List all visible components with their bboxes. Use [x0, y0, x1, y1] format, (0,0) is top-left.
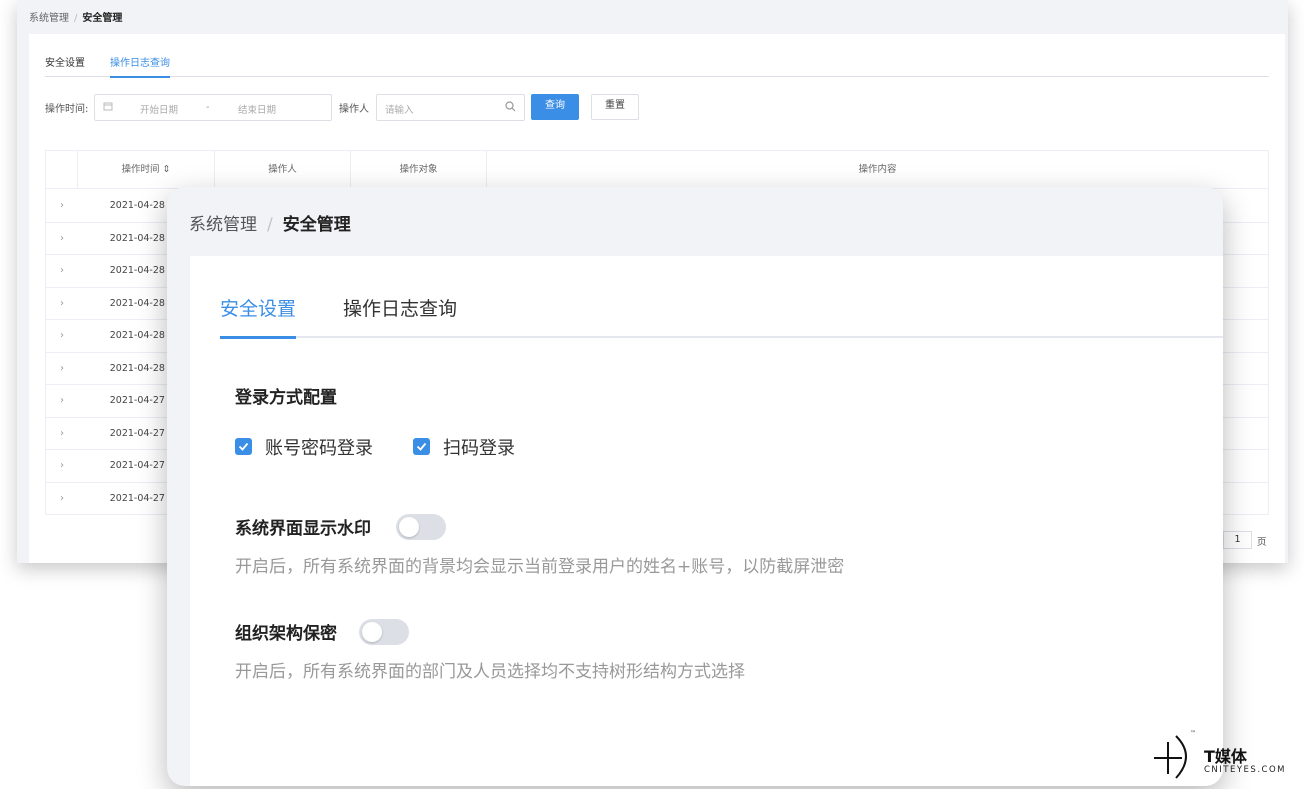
breadcrumb-parent[interactable]: 系统管理 — [189, 215, 257, 235]
watermark-setting-description: 开启后，所有系统界面的背景均会显示当前登录用户的姓名+账号，以防截屏泄密 — [235, 557, 845, 577]
column-header-time[interactable]: 操作时间 ⇕ — [78, 151, 215, 189]
expand-row-chevron-icon[interactable]: › — [46, 483, 78, 515]
breadcrumb-separator: / — [267, 215, 273, 235]
page-suffix: 页 — [1257, 537, 1267, 548]
expand-row-chevron-icon[interactable]: › — [46, 450, 78, 482]
start-date-placeholder: 开始日期 — [140, 105, 179, 116]
check-icon — [416, 442, 427, 451]
expand-row-chevron-icon[interactable]: › — [46, 320, 78, 352]
tab-bar: 安全设置 操作日志查询 — [45, 57, 1269, 78]
org-secret-toggle[interactable] — [359, 619, 409, 645]
brand-watermark: ™ T媒体 CNITEYES.COM — [1152, 730, 1302, 782]
expand-row-chevron-icon[interactable]: › — [46, 255, 78, 287]
qr-login-label[interactable]: 扫码登录 — [443, 434, 515, 460]
security-settings-card: 系统管理 / 安全管理 安全设置 操作日志查询 登录方式配置 账号密码登录 扫码登录… — [167, 187, 1223, 786]
breadcrumb-current: 安全管理 — [82, 13, 123, 24]
trademark-mark: ™ — [1190, 730, 1196, 737]
login-config-title: 登录方式配置 — [235, 388, 337, 408]
operator-search-input[interactable]: 请输入 — [376, 94, 525, 121]
tab-security-settings[interactable]: 安全设置 — [45, 57, 85, 71]
expand-row-chevron-icon[interactable]: › — [46, 288, 78, 320]
tab-operation-log[interactable]: 操作日志查询 — [110, 57, 170, 78]
breadcrumb-current: 安全管理 — [282, 215, 351, 235]
breadcrumb: 系统管理 / 安全管理 — [29, 9, 122, 24]
brand-name: T媒体 — [1204, 747, 1247, 766]
operator-filter-label: 操作人 — [339, 104, 369, 115]
column-header-target: 操作对象 — [351, 151, 487, 189]
table-header: 操作时间 ⇕ 操作人 操作对象 操作内容 — [46, 151, 1268, 189]
check-icon — [238, 442, 249, 451]
password-login-label[interactable]: 账号密码登录 — [265, 434, 373, 460]
org-secret-setting-description: 开启后，所有系统界面的部门及人员选择均不支持树形结构方式选择 — [235, 662, 745, 682]
breadcrumb-parent[interactable]: 系统管理 — [29, 13, 69, 24]
tab-operation-log[interactable]: 操作日志查询 — [343, 296, 457, 322]
org-secret-setting-title: 组织架构保密 — [235, 624, 337, 644]
watermark-toggle[interactable] — [396, 514, 446, 540]
checkbox-password-login[interactable] — [235, 438, 252, 455]
expand-row-chevron-icon[interactable]: › — [46, 418, 78, 450]
settings-panel: 安全设置 操作日志查询 登录方式配置 账号密码登录 扫码登录 系统界面显示水印 … — [190, 256, 1223, 786]
tab-bar: 安全设置 操作日志查询 — [220, 296, 1223, 339]
search-icon — [505, 101, 516, 115]
checkbox-qr-login[interactable] — [413, 438, 430, 455]
breadcrumb: 系统管理 / 安全管理 — [189, 210, 351, 235]
expand-row-chevron-icon[interactable]: › — [46, 190, 78, 222]
operator-input-placeholder: 请输入 — [385, 105, 414, 116]
toggle-knob — [362, 622, 382, 642]
search-button[interactable]: 查询 — [531, 94, 579, 120]
calendar-icon — [103, 101, 113, 114]
toggle-knob — [399, 517, 419, 537]
time-filter-label: 操作时间: — [45, 104, 89, 115]
column-header-content: 操作内容 — [858, 164, 897, 175]
expand-column-header — [46, 151, 78, 189]
expand-row-chevron-icon[interactable]: › — [46, 223, 78, 255]
date-range-picker[interactable]: 开始日期 - 结束日期 — [94, 94, 332, 121]
column-header-operator: 操作人 — [215, 151, 351, 189]
expand-row-chevron-icon[interactable]: › — [46, 353, 78, 385]
breadcrumb-separator: / — [74, 13, 78, 24]
brand-site: CNITEYES.COM — [1204, 765, 1286, 775]
range-separator: - — [206, 102, 210, 113]
page-number-input[interactable]: 1 — [1223, 531, 1252, 549]
tab-security-settings[interactable]: 安全设置 — [220, 296, 297, 339]
watermark-setting-title: 系统界面显示水印 — [235, 519, 371, 539]
end-date-placeholder: 结束日期 — [238, 105, 277, 116]
brand-logo-icon — [1154, 735, 1187, 779]
expand-row-chevron-icon[interactable]: › — [46, 385, 78, 417]
reset-button[interactable]: 重置 — [591, 94, 639, 120]
